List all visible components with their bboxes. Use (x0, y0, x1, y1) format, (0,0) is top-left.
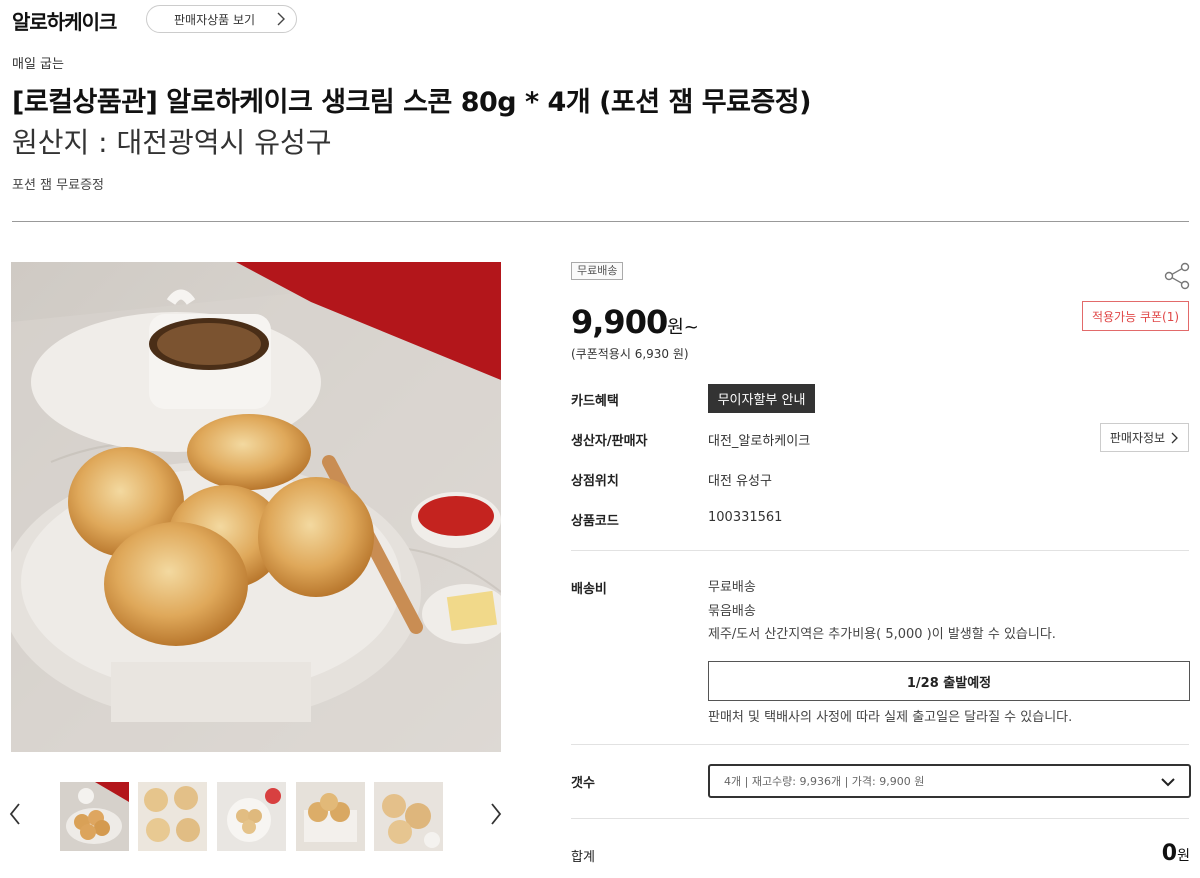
shipping-extra-cost-note: 제주/도서 산간지역은 추가비용( 5,000 )이 발생할 수 있습니다. (708, 627, 1056, 642)
product-title: [로컬상품관] 알로하케이크 생크림 스콘 80g * 4개 (포션 잼 무료증… (12, 87, 811, 118)
quantity-select[interactable]: 4개 | 재고수량: 9,936개 | 가격: 9,900 원 (708, 764, 1191, 798)
seller-info-button[interactable]: 판매자정보 (1100, 423, 1189, 452)
section-divider (571, 550, 1189, 551)
product-origin: 원산지 : 대전광역시 유성구 (12, 126, 332, 159)
product-price: 9,900원~ (571, 303, 699, 341)
free-shipping-badge: 무료배송 (571, 262, 624, 280)
product-code-label: 상품코드 (571, 514, 619, 529)
dispatch-note: 판매처 및 택배사의 사정에 따라 실제 출고일은 달라질 수 있습니다. (708, 710, 1073, 725)
price-unit: 원~ (667, 317, 699, 338)
available-coupon-button[interactable]: 적용가능 쿠폰(1) (1082, 301, 1189, 331)
total-price-unit: 원 (1177, 848, 1190, 864)
card-benefit-label: 카드혜택 (571, 394, 619, 409)
thumbnail-2[interactable] (138, 782, 207, 851)
seller-value: 대전_알로하케이크 (708, 434, 811, 449)
share-icon[interactable] (1164, 262, 1191, 290)
total-label: 합계 (571, 850, 595, 865)
seller-label: 생산자/판매자 (571, 434, 648, 449)
product-code-value: 100331561 (708, 510, 783, 525)
thumbnail-1[interactable] (60, 782, 129, 851)
store-location-value: 대전 유성구 (708, 474, 772, 489)
coupon-applied-price: (쿠폰적용시 6,930 원) (571, 347, 689, 361)
seller-info-button-label: 판매자정보 (1109, 431, 1166, 445)
thumbnail-next-button[interactable] (489, 802, 503, 831)
product-main-image[interactable] (11, 262, 501, 752)
thumbnail-3[interactable] (217, 782, 286, 851)
store-location-label: 상점위치 (571, 474, 619, 489)
chevron-right-icon (491, 803, 502, 825)
shipping-free: 무료배송 (708, 580, 756, 595)
section-divider (571, 744, 1189, 745)
shipping-bundle: 묶음배송 (708, 604, 756, 619)
chevron-right-icon (1171, 432, 1179, 443)
quantity-label: 갯수 (571, 776, 595, 791)
product-description: 포션 잼 무료증정 (12, 178, 104, 193)
interest-free-installment-button[interactable]: 무이자할부 안내 (708, 384, 815, 413)
price-number: 9,900 (571, 303, 668, 341)
shipping-fee-label: 배송비 (571, 582, 607, 597)
thumbnail-4[interactable] (296, 782, 365, 851)
quantity-selected-value: 4개 | 재고수량: 9,936개 | 가격: 9,900 원 (724, 775, 925, 788)
thumbnail-5[interactable] (374, 782, 443, 851)
thumbnail-prev-button[interactable] (8, 802, 22, 831)
total-price: 0원 (1120, 841, 1190, 866)
total-price-number: 0 (1161, 841, 1178, 866)
dispatch-date: 1/28 출발예정 (708, 661, 1190, 701)
chevron-right-icon (276, 11, 286, 31)
chevron-down-icon (1161, 772, 1175, 795)
seller-products-button-label: 판매자상품 보기 (174, 12, 256, 27)
header-divider (12, 221, 1189, 222)
product-subtitle: 매일 굽는 (12, 57, 64, 72)
store-name[interactable]: 알로하케이크 (12, 6, 117, 35)
seller-products-button[interactable]: 판매자상품 보기 (146, 5, 297, 33)
section-divider (571, 818, 1189, 819)
chevron-left-icon (9, 803, 20, 825)
